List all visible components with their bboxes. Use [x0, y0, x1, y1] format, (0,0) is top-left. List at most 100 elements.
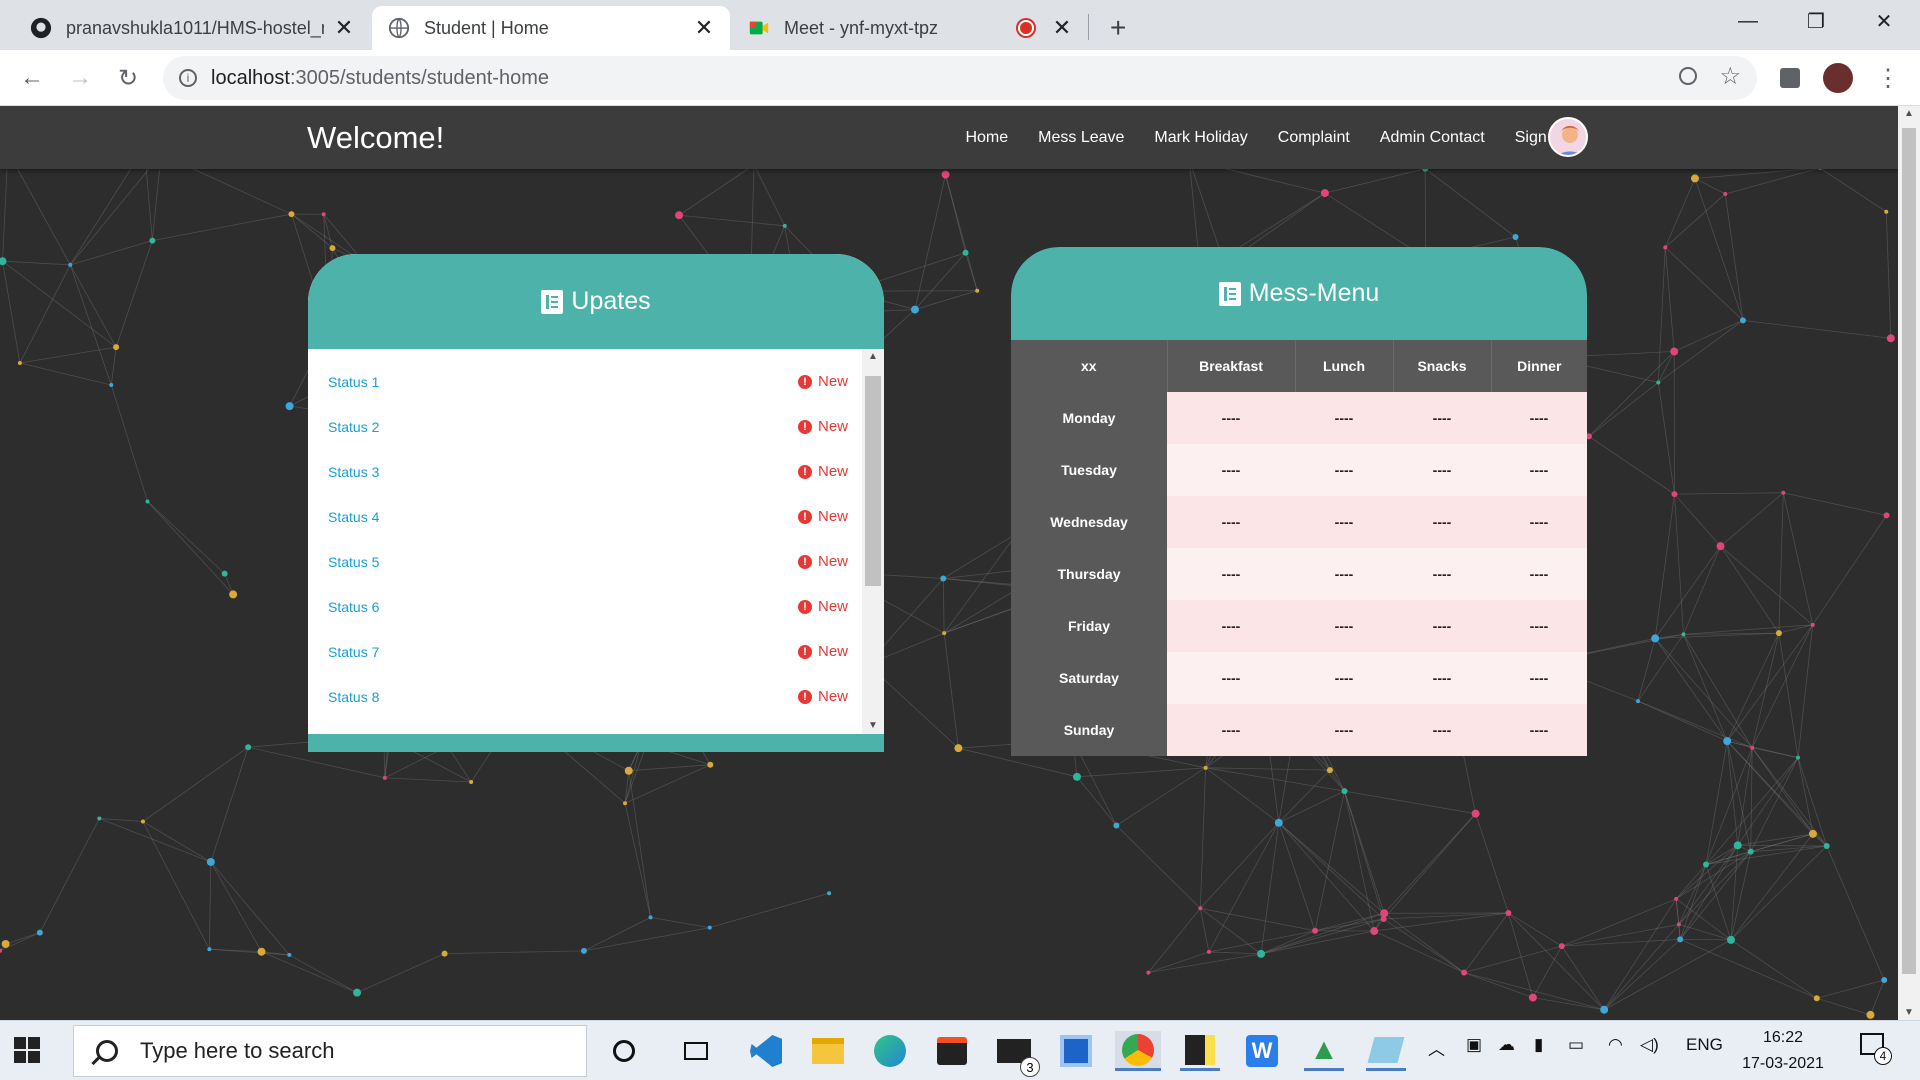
vscode-icon[interactable]	[746, 1031, 786, 1071]
close-icon[interactable]: ✕	[694, 15, 714, 41]
list-item[interactable]: Status 2! New	[328, 404, 848, 449]
day-cell: Thursday	[1011, 548, 1167, 600]
list-item[interactable]: Status 7! New	[328, 629, 848, 674]
tab-separator	[1088, 14, 1089, 40]
volume-icon[interactable]: ◁)	[1640, 1035, 1659, 1055]
meal-cell: ----	[1295, 652, 1393, 704]
status-link[interactable]: Status 6	[328, 599, 379, 615]
nav-home[interactable]: Home	[965, 129, 1008, 147]
close-icon[interactable]: ✕	[1052, 15, 1072, 41]
meal-cell: ----	[1295, 444, 1393, 496]
updates-scrollbar[interactable]: ▲ ▼	[862, 349, 884, 734]
rocket-icon[interactable]: ▲	[1304, 1031, 1344, 1071]
list-item[interactable]: Status 8! New	[328, 674, 848, 719]
status-link[interactable]: Status 4	[328, 509, 379, 525]
scroll-down-icon[interactable]: ▼	[1898, 1007, 1920, 1018]
new-tab-button[interactable]: +	[1104, 6, 1144, 50]
nav-admin-contact[interactable]: Admin Contact	[1380, 129, 1485, 147]
page-scrollbar[interactable]: ▲ ▼	[1898, 106, 1920, 1020]
scrollbar-thumb[interactable]	[1902, 128, 1916, 974]
back-button[interactable]: ←	[14, 60, 50, 96]
restore-icon: ❐	[1807, 10, 1825, 33]
day-cell: Tuesday	[1011, 444, 1167, 496]
scroll-up-icon[interactable]: ▲	[862, 349, 884, 365]
chrome-icon[interactable]	[1115, 1031, 1161, 1071]
list-item[interactable]: Status 6! New	[328, 584, 848, 629]
notification-icon[interactable]: 4	[1860, 1033, 1892, 1065]
clock-date: 17-03-2021	[1742, 1055, 1824, 1072]
avatar	[1823, 63, 1853, 93]
meal-cell: ----	[1491, 392, 1587, 444]
star-icon[interactable]: ☆	[1719, 62, 1741, 91]
user-avatar[interactable]	[1548, 117, 1588, 157]
tab-title: pranavshukla1011/HMS-hostel_m	[66, 17, 324, 38]
meet-now-icon[interactable]: ▣	[1466, 1035, 1482, 1055]
scroll-down-icon[interactable]: ▼	[862, 718, 884, 734]
language-indicator[interactable]: ENG	[1686, 1035, 1723, 1055]
status-link[interactable]: Status 1	[328, 374, 379, 390]
status-link[interactable]: Status 3	[328, 464, 379, 480]
meal-cell: ----	[1167, 548, 1295, 600]
close-icon[interactable]: ✕	[334, 15, 354, 41]
close-window-button[interactable]: ✕	[1854, 0, 1914, 42]
minimize-button[interactable]: —	[1718, 0, 1778, 42]
sticky-notes-icon[interactable]	[1180, 1031, 1220, 1071]
alert-icon: !	[797, 644, 812, 659]
mail-badge: 3	[1020, 1057, 1040, 1077]
mess-menu-header: Mess-Menu	[1011, 247, 1587, 340]
tab-meet[interactable]: Meet - ynf-myxt-tpz ✕	[732, 6, 1088, 50]
onedrive-icon[interactable]: ☁	[1498, 1035, 1515, 1055]
profile-button[interactable]	[1820, 60, 1856, 96]
reload-button[interactable]: ↻	[110, 60, 146, 96]
search-icon	[96, 1040, 118, 1062]
recording-icon	[1018, 20, 1034, 36]
list-item[interactable]: Status 3! New	[328, 449, 848, 494]
meal-cell: ----	[1393, 496, 1491, 548]
arrow-left-icon: ←	[20, 64, 44, 91]
status-link[interactable]: Status 2	[328, 419, 379, 435]
nav-mark-holiday[interactable]: Mark Holiday	[1154, 129, 1247, 147]
status-badge: ! New	[797, 553, 848, 570]
alert-icon: !	[797, 464, 812, 479]
status-link[interactable]: Status 8	[328, 689, 379, 705]
status-link[interactable]: Status 7	[328, 644, 379, 660]
forward-button[interactable]: →	[62, 60, 98, 96]
store-icon[interactable]	[932, 1031, 972, 1071]
list-item[interactable]: Status 1! New	[328, 359, 848, 404]
scrollbar-thumb[interactable]	[865, 376, 881, 586]
menu-button[interactable]: ⋮	[1870, 60, 1906, 96]
tab-student-home[interactable]: Student | Home ✕	[372, 6, 730, 50]
nav-complaint[interactable]: Complaint	[1278, 129, 1350, 147]
file-explorer-icon[interactable]	[808, 1031, 848, 1071]
zoom-icon[interactable]	[1679, 67, 1697, 85]
wifi-icon[interactable]: ◠	[1608, 1035, 1623, 1055]
notepad-icon[interactable]	[1366, 1031, 1406, 1071]
microphone-icon[interactable]: ▮	[1534, 1035, 1543, 1055]
cortana-icon[interactable]	[604, 1031, 644, 1071]
app-icon[interactable]	[1056, 1031, 1096, 1071]
table-row: Monday ---- ---- ---- ----	[1011, 392, 1587, 444]
status-link[interactable]: Status 5	[328, 554, 379, 570]
task-view-icon[interactable]	[676, 1031, 716, 1071]
windows-start-button[interactable]	[14, 1037, 42, 1065]
list-item[interactable]: Status 5 ! New	[328, 539, 848, 584]
edge-icon[interactable]	[870, 1031, 910, 1071]
chevron-up-icon[interactable]: ︿	[1428, 1035, 1445, 1060]
mail-icon[interactable]: 3	[994, 1031, 1040, 1077]
day-cell: Friday	[1011, 600, 1167, 652]
meal-cell: ----	[1167, 392, 1295, 444]
nav-mess-leave[interactable]: Mess Leave	[1038, 129, 1124, 147]
meal-cell: ----	[1167, 496, 1295, 548]
alert-icon: !	[797, 509, 812, 524]
taskbar-clock[interactable]: 16:22 17-03-2021	[1735, 1025, 1831, 1077]
extensions-button[interactable]	[1772, 60, 1808, 96]
writer-icon[interactable]: W	[1242, 1031, 1282, 1071]
badge-label: New	[817, 463, 848, 480]
restore-button[interactable]: ❐	[1786, 0, 1846, 42]
list-item[interactable]: Status 4! New	[328, 494, 848, 539]
taskbar-search-input[interactable]: Type here to search	[73, 1025, 587, 1077]
address-bar[interactable]: i localhost:3005/students/student-home ☆	[163, 56, 1757, 100]
scroll-up-icon[interactable]: ▲	[1898, 108, 1920, 119]
battery-icon[interactable]: ▭	[1568, 1035, 1584, 1055]
tab-github[interactable]: pranavshukla1011/HMS-hostel_m ✕	[14, 6, 370, 50]
